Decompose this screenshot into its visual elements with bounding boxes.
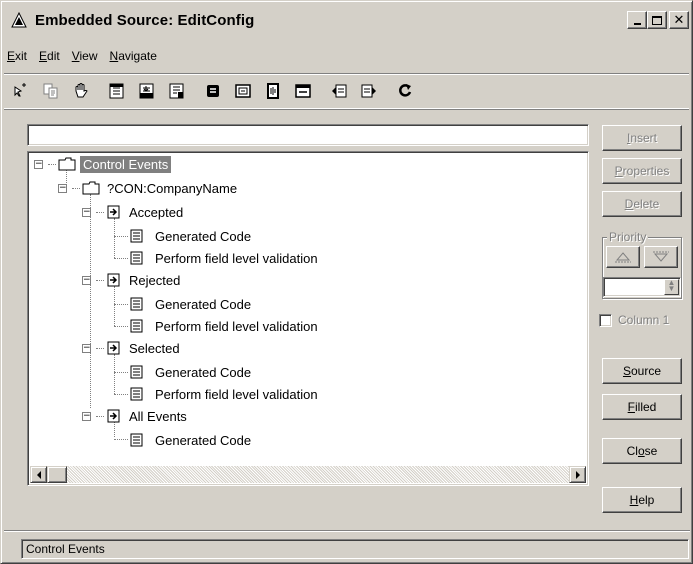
scroll-right-button[interactable] <box>569 466 586 483</box>
arrow-right-icon <box>575 470 580 479</box>
collapse-icon[interactable] <box>230 78 256 104</box>
refresh-icon[interactable] <box>392 78 418 104</box>
insert-embed-icon[interactable] <box>164 78 190 104</box>
tree-node-embed[interactable]: Generated Code <box>130 225 254 247</box>
event-icon <box>107 273 120 287</box>
expand-icon[interactable] <box>200 78 226 104</box>
spin-arrows-icon: ▲ ▼ <box>667 278 676 293</box>
horizontal-scrollbar[interactable] <box>30 466 586 483</box>
collapse-event-toggle[interactable]: − <box>82 208 91 217</box>
help-button[interactable]: Help <box>602 487 682 513</box>
tree-node-event[interactable]: Rejected <box>106 269 183 291</box>
scroll-left-button[interactable] <box>30 466 47 483</box>
window-title: Embedded Source: EditConfig <box>35 11 255 29</box>
tree-node-control[interactable]: ?CON:CompanyName <box>82 177 240 199</box>
maximize-icon <box>652 15 662 25</box>
close-button[interactable]: Cl o se <box>602 438 682 464</box>
properties-button[interactable]: Properties <box>602 158 682 184</box>
column-label: Column 1 <box>618 313 670 327</box>
priority-spinbox[interactable]: ▲ ▼ <box>603 277 681 297</box>
priority-down-button[interactable] <box>644 246 678 268</box>
folder-icon <box>58 157 76 171</box>
maximize-button[interactable] <box>647 11 667 29</box>
toolbar <box>4 73 689 109</box>
title-bar[interactable]: Embedded Source: EditConfig ✕ <box>4 4 689 36</box>
status-bar: Control Events <box>21 539 689 559</box>
menu-navigate[interactable]: Navigate <box>104 49 163 63</box>
tree-node-event[interactable]: Accepted <box>106 201 186 223</box>
priority-up-button[interactable] <box>606 246 640 268</box>
prev-icon[interactable] <box>326 78 352 104</box>
document-icon <box>130 433 143 447</box>
folder-icon <box>82 181 100 195</box>
document-icon <box>130 251 143 265</box>
hand-icon[interactable] <box>68 78 94 104</box>
status-text: Control Events <box>26 542 105 556</box>
pointer-icon[interactable] <box>8 78 34 104</box>
menu-edit[interactable]: Edit <box>33 49 66 63</box>
copy-embed-icon[interactable] <box>38 78 64 104</box>
source-button[interactable]: Source <box>602 358 682 384</box>
priority-up-icon <box>615 252 631 263</box>
filter-icon[interactable] <box>260 78 286 104</box>
embedded-source-window: Embedded Source: EditConfig ✕ Exit Edit … <box>0 0 693 564</box>
tree-node-embed[interactable]: Generated Code <box>130 293 254 315</box>
document-icon <box>130 297 143 311</box>
collapse-control-toggle[interactable]: − <box>58 184 67 193</box>
app-icon <box>10 11 28 29</box>
collapse-event-toggle[interactable]: − <box>82 344 91 353</box>
priority-down-icon <box>653 251 669 262</box>
close-window-button[interactable]: ✕ <box>669 11 689 29</box>
event-icon <box>107 409 120 423</box>
priority-spin-button[interactable]: ▲ ▼ <box>664 279 679 295</box>
delete-button[interactable]: Delete <box>602 191 682 217</box>
menu-view[interactable]: View <box>66 49 104 63</box>
minimize-icon <box>633 23 641 25</box>
menu-exit[interactable]: Exit <box>4 49 33 63</box>
collapse-event-toggle[interactable]: − <box>82 412 91 421</box>
arrow-left-icon <box>36 470 41 479</box>
event-icon <box>107 341 120 355</box>
event-icon <box>107 205 120 219</box>
filter-input[interactable] <box>27 124 589 146</box>
tree-node-embed[interactable]: Perform field level validation <box>130 383 321 405</box>
insert-above-icon[interactable] <box>104 78 130 104</box>
priority-label: Priority <box>607 230 649 244</box>
next-icon[interactable] <box>356 78 382 104</box>
insert-below-icon[interactable] <box>134 78 160 104</box>
menu-bar: Exit Edit View Navigate <box>4 45 689 67</box>
filled-button[interactable]: Filled <box>602 394 682 420</box>
tree-node-embed[interactable]: Perform field level validation <box>130 315 321 337</box>
insert-button[interactable]: Insert <box>602 125 682 151</box>
status-divider <box>4 530 690 532</box>
scroll-thumb[interactable] <box>47 466 67 483</box>
close-icon: ✕ <box>673 12 685 28</box>
tree-node-root[interactable]: Control Events <box>58 153 172 175</box>
window-icon[interactable] <box>290 78 316 104</box>
column-checkbox-row[interactable]: Column 1 <box>599 312 669 328</box>
document-icon <box>130 319 143 333</box>
document-icon <box>130 365 143 379</box>
tree-node-embed[interactable]: Perform field level validation <box>130 247 321 269</box>
document-icon <box>130 387 143 401</box>
document-icon <box>130 229 143 243</box>
collapse-event-toggle[interactable]: − <box>82 276 91 285</box>
column-checkbox[interactable] <box>599 313 612 327</box>
tree-node-event[interactable]: Selected <box>106 337 183 359</box>
minimize-button[interactable] <box>627 11 647 29</box>
collapse-root-toggle[interactable]: − <box>34 160 43 169</box>
embed-tree[interactable]: − Control Events − ?CON:CompanyName − Ac… <box>27 151 589 486</box>
tree-node-event[interactable]: All Events <box>106 405 190 427</box>
tree-node-embed[interactable]: Generated Code <box>130 429 254 451</box>
tree-node-embed[interactable]: Generated Code <box>130 361 254 383</box>
